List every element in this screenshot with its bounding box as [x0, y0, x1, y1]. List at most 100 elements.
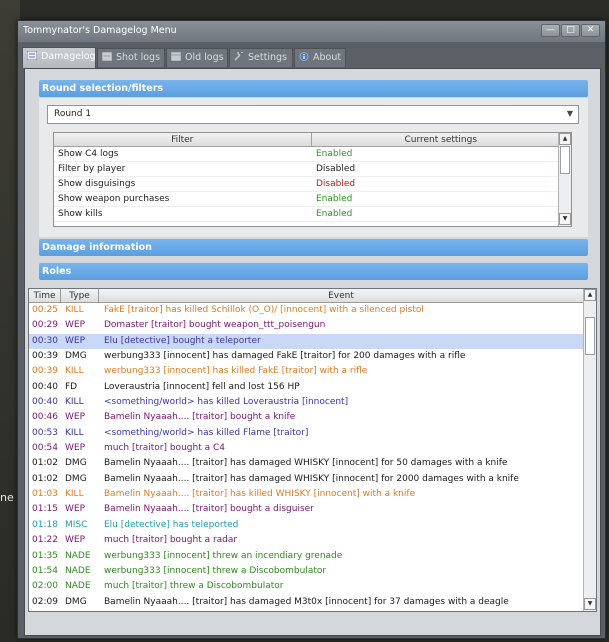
filter-name: Show kills	[58, 209, 103, 219]
wrench-icon	[234, 52, 243, 61]
time-column-header[interactable]: Time	[29, 289, 61, 302]
minimize-button[interactable]: —	[541, 24, 560, 37]
type-column-header[interactable]: Type	[61, 289, 99, 302]
log-event: Bamelin Nyaaah.... [traitor] bought a di…	[104, 504, 314, 515]
log-time: 00:39	[32, 351, 58, 362]
log-row[interactable]: 00:53 KILL <something/world> has killed Fl…	[29, 426, 596, 441]
log-event: Bamelin Nyaaah.... [traitor] has killed …	[104, 489, 416, 500]
log-row[interactable]: 00:40 KILL <something/world> has killed Lo…	[29, 395, 596, 410]
scroll-up-icon[interactable]: ▲	[559, 133, 571, 145]
log-time: 00:25	[32, 305, 58, 315]
log-event: Bamelin Nyaaah.... [traitor] has damaged…	[104, 458, 508, 469]
target-icon	[102, 52, 112, 61]
log-row[interactable]: 00:30 WEP Elu [detective] bought a telepor…	[29, 333, 596, 350]
log-time: 01:22	[32, 535, 58, 546]
log-row[interactable]: 01:35 NADE werbung333 [innocent] threw an …	[29, 549, 596, 564]
log-row[interactable]: 00:29 WEP Domaster [traitor] bought weapon…	[29, 318, 596, 333]
tab-about[interactable]: About	[294, 48, 346, 67]
filter-column-header[interactable]: Filter	[54, 133, 312, 146]
title-bar[interactable]: Tommynator's Damagelog Menu — □ ✕	[18, 21, 605, 42]
filter-name: Show C4 logs	[58, 149, 119, 159]
log-row[interactable]: 02:12WEPGMN | Salain [traitor] bought a …	[29, 610, 596, 611]
log-event: Domaster [traitor] bought weapon_ttt_poi…	[104, 320, 326, 331]
log-type: KILL	[65, 489, 84, 500]
log-type: DMG	[65, 351, 87, 362]
scroll-thumb[interactable]	[560, 146, 570, 174]
log-type: KILL	[65, 397, 84, 408]
tab-label: Shot logs	[116, 52, 161, 63]
filter-row[interactable]: Show weapon purchases Enabled	[54, 192, 571, 207]
background-text: ne	[0, 491, 14, 504]
round-select-dropdown[interactable]: Round 1 ▼	[47, 105, 579, 124]
log-row[interactable]: 00:40 FD Loveraustria [innocent] fell and …	[29, 380, 596, 395]
log-time: 01:15	[32, 504, 58, 515]
log-row[interactable]: 02:09 DMG Bamelin Nyaaah.... [traitor] has…	[29, 595, 596, 610]
log-row[interactable]: 00:46 WEP Bamelin Nyaaah.... [traitor] bou…	[29, 410, 596, 425]
scroll-down-icon[interactable]: ▼	[584, 598, 596, 610]
log-time: 01:35	[32, 550, 58, 561]
log-row[interactable]: 00:39 KILL werbung333 [innocent] has kille…	[29, 364, 596, 379]
damage-log-list: Time Type Event 00:25 KILL FakE [traitor] …	[28, 288, 597, 612]
log-type: NADE	[65, 581, 91, 592]
filter-row[interactable]: Show kills Enabled	[54, 207, 571, 222]
damagelog-panel: Round selection/filters Round 1 ▼ Filter…	[24, 68, 601, 636]
round-select-value: Round 1	[54, 109, 92, 119]
calendar-icon	[171, 52, 181, 61]
filter-scrollbar[interactable]: ▲ ▼	[558, 133, 571, 226]
filter-row[interactable]: Show disguisings Disabled	[54, 177, 571, 192]
log-row[interactable]: 02:00 NADE much [traitor] threw a Discobom…	[29, 579, 596, 594]
tab-settings[interactable]: Settings	[229, 48, 293, 67]
event-column-header[interactable]: Event	[99, 289, 584, 302]
log-type: DMG	[65, 596, 87, 607]
filter-name: Filter by player	[58, 164, 126, 174]
log-type: NADE	[65, 565, 91, 576]
log-row[interactable]: 01:03 KILL Bamelin Nyaaah.... [traitor] ha…	[29, 487, 596, 502]
scroll-down-icon[interactable]: ▼	[559, 213, 571, 225]
log-time: 00:53	[32, 427, 58, 438]
tab-old-logs[interactable]: Old logs	[166, 48, 228, 67]
log-row[interactable]: 01:54 NADE werbung333 [innocent] threw a D…	[29, 564, 596, 579]
log-type: NADE	[65, 550, 91, 561]
filter-table: Filter Current settings Show C4 logs Enab…	[53, 132, 572, 227]
close-button[interactable]: ✕	[581, 24, 600, 37]
log-rows: 00:25 KILL FakE [traitor] has killed Schil…	[29, 303, 596, 611]
log-type: WEP	[65, 443, 86, 454]
filter-name: Show disguisings	[58, 179, 136, 189]
log-time: 00:30	[32, 335, 58, 346]
log-event: <something/world> has killed Flame [trai…	[104, 427, 309, 438]
log-row[interactable]: 01:02 DMG Bamelin Nyaaah.... [traitor] has…	[29, 456, 596, 471]
log-row[interactable]: 01:15 WEP Bamelin Nyaaah.... [traitor] bou…	[29, 502, 596, 517]
log-time: 00:29	[32, 320, 58, 331]
roles-header[interactable]: Roles	[39, 263, 588, 280]
damage-info-header[interactable]: Damage information	[39, 239, 588, 256]
log-time: 02:12	[29, 610, 61, 611]
log-row[interactable]: 01:18 MISC Elu [detective] has teleported	[29, 518, 596, 533]
scroll-up-icon[interactable]: ▲	[584, 289, 596, 301]
log-row[interactable]: 00:25 KILL FakE [traitor] has killed Schil…	[29, 303, 596, 318]
filter-setting: Disabled	[316, 164, 356, 174]
settings-column-header[interactable]: Current settings	[312, 133, 571, 146]
log-scrollbar[interactable]: ▲ ▼	[583, 289, 596, 611]
tab-shot-logs[interactable]: Shot logs	[97, 48, 165, 67]
list-icon	[27, 51, 37, 60]
filter-name: Show weapon purchases	[58, 194, 170, 204]
tab-damagelog[interactable]: Damagelog	[22, 47, 96, 68]
log-row[interactable]: 01:22 WEP much [traitor] bought a radar	[29, 533, 596, 548]
scroll-thumb[interactable]	[585, 317, 595, 355]
filter-row[interactable]: Show C4 logs Enabled	[54, 147, 571, 162]
filter-row[interactable]: Filter by player Disabled	[54, 162, 571, 177]
log-time: 00:39	[32, 366, 58, 377]
log-time: 00:46	[32, 412, 58, 423]
log-row[interactable]: 00:39 DMG werbung333 [innocent] has damage…	[29, 349, 596, 364]
log-event: werbung333 [innocent] has damaged FakE […	[104, 351, 466, 362]
filter-setting: Enabled	[316, 209, 353, 219]
log-event: much [traitor] bought a C4	[104, 443, 225, 454]
log-row[interactable]: 01:02 DMG Bamelin Nyaaah.... [traitor] has…	[29, 472, 596, 487]
info-icon	[299, 52, 309, 61]
log-event: much [traitor] bought a radar	[104, 535, 238, 546]
log-row[interactable]: 00:54 WEP much [traitor] bought a C4	[29, 441, 596, 456]
maximize-button[interactable]: □	[561, 24, 580, 37]
log-type: WEP	[65, 335, 86, 346]
log-event: Bamelin Nyaaah.... [traitor] has damaged…	[104, 596, 509, 607]
round-filters-header[interactable]: Round selection/filters	[39, 80, 588, 97]
